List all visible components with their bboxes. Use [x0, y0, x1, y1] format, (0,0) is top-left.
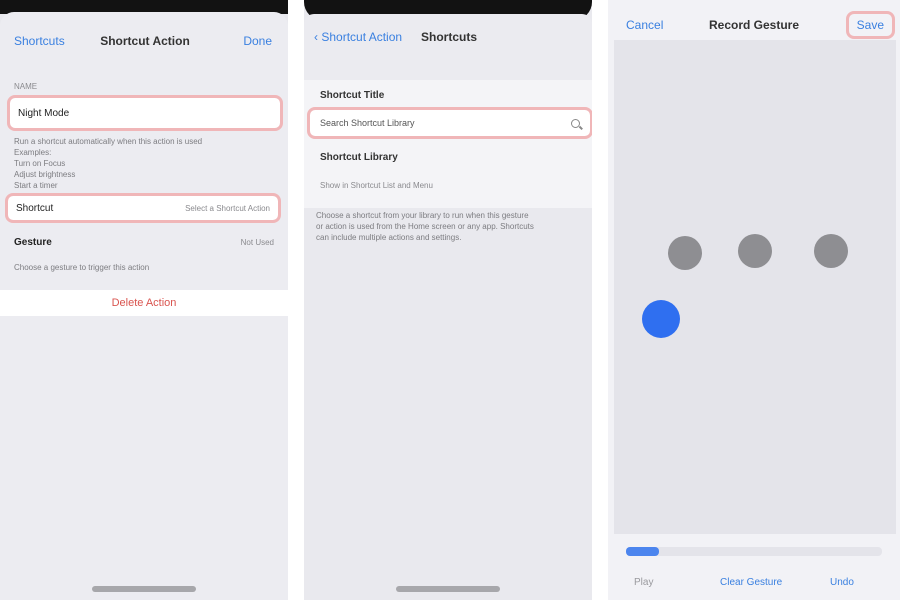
back-button[interactable]: Shortcuts	[14, 34, 65, 48]
touch-point-1	[668, 236, 702, 270]
header-area: ‹ Shortcut Action Shortcuts	[304, 14, 592, 80]
gesture-recording-area[interactable]	[614, 40, 896, 534]
touch-point-2	[738, 234, 772, 268]
gesture-value: Not Used	[240, 237, 274, 247]
navigation-bar: Shortcuts Shortcut Action Done	[0, 30, 288, 70]
play-button[interactable]: Play	[634, 577, 653, 588]
description-line: can include multiple actions and setting…	[316, 233, 462, 242]
panel-shortcut-library: ‹ Shortcut Action Shortcuts Shortcut Tit…	[304, 0, 592, 600]
description-line: Start a timer	[14, 181, 58, 190]
gesture-label: Gesture	[14, 236, 52, 248]
name-input-value: Night Mode	[18, 107, 70, 119]
description-line: Turn on Focus	[14, 159, 66, 168]
library-description: Choose a shortcut from your library to r…	[316, 210, 534, 243]
description-line: Run a shortcut automatically when this a…	[14, 137, 203, 146]
shortcut-action-label: Shortcut	[16, 202, 54, 214]
description-line: Adjust brightness	[14, 170, 76, 179]
back-button-label: Shortcut Action	[321, 30, 403, 44]
library-caption: Show in Shortcut List and Menu	[320, 181, 433, 190]
shortcut-action-row[interactable]: Shortcut Select a Shortcut Action	[5, 193, 281, 223]
back-button[interactable]: ‹ Shortcut Action	[314, 30, 402, 44]
done-button[interactable]: Done	[243, 34, 272, 48]
panel-record-gesture: Cancel Record Gesture Save Play Clear Ge…	[608, 0, 900, 600]
page-title: Shortcuts	[420, 30, 477, 44]
search-icon	[571, 118, 580, 128]
name-input[interactable]: Night Mode	[7, 95, 283, 131]
clear-gesture-button[interactable]: Clear Gesture	[720, 577, 782, 588]
shortcut-action-sheet: Shortcuts Shortcut Action Done NAME Nigh…	[0, 12, 288, 600]
active-touch-point	[642, 300, 680, 338]
description-line: or action is used from the Home screen o…	[316, 222, 534, 231]
delete-action-button[interactable]: Delete Action	[0, 290, 288, 316]
description-line: Choose a shortcut from your library to r…	[316, 211, 529, 220]
search-field-value: Search Shortcut Library	[320, 118, 415, 128]
undo-button[interactable]: Undo	[830, 577, 854, 588]
search-field[interactable]: Search Shortcut Library	[307, 107, 592, 139]
cancel-button[interactable]: Cancel	[626, 18, 663, 32]
footer-note: Choose a gesture to trigger this action	[14, 263, 150, 272]
library-row-title[interactable]: Shortcut Library	[320, 152, 398, 163]
group-title: Shortcut Title	[320, 90, 385, 101]
delete-action-label: Delete Action	[111, 297, 177, 309]
home-indicator	[92, 586, 196, 592]
shortcut-group: Shortcut Title Search Shortcut Library S…	[304, 80, 592, 208]
page-title: Record Gesture	[708, 18, 800, 32]
home-indicator	[396, 586, 500, 592]
gesture-progress-bar	[626, 547, 882, 556]
section-caption-name: NAME	[14, 82, 38, 91]
gesture-progress-fill	[626, 547, 660, 556]
touch-point-3	[814, 234, 848, 268]
shortcut-action-value: Select a Shortcut Action	[185, 203, 270, 213]
save-button[interactable]: Save	[845, 11, 896, 39]
description-note: Run a shortcut automatically when this a…	[14, 136, 202, 191]
gesture-row[interactable]: Gesture Not Used	[0, 230, 288, 254]
description-line: Examples:	[14, 148, 52, 157]
panel-shortcut-action: Shortcuts Shortcut Action Done NAME Nigh…	[0, 0, 288, 600]
page-title: Shortcut Action	[100, 34, 190, 48]
